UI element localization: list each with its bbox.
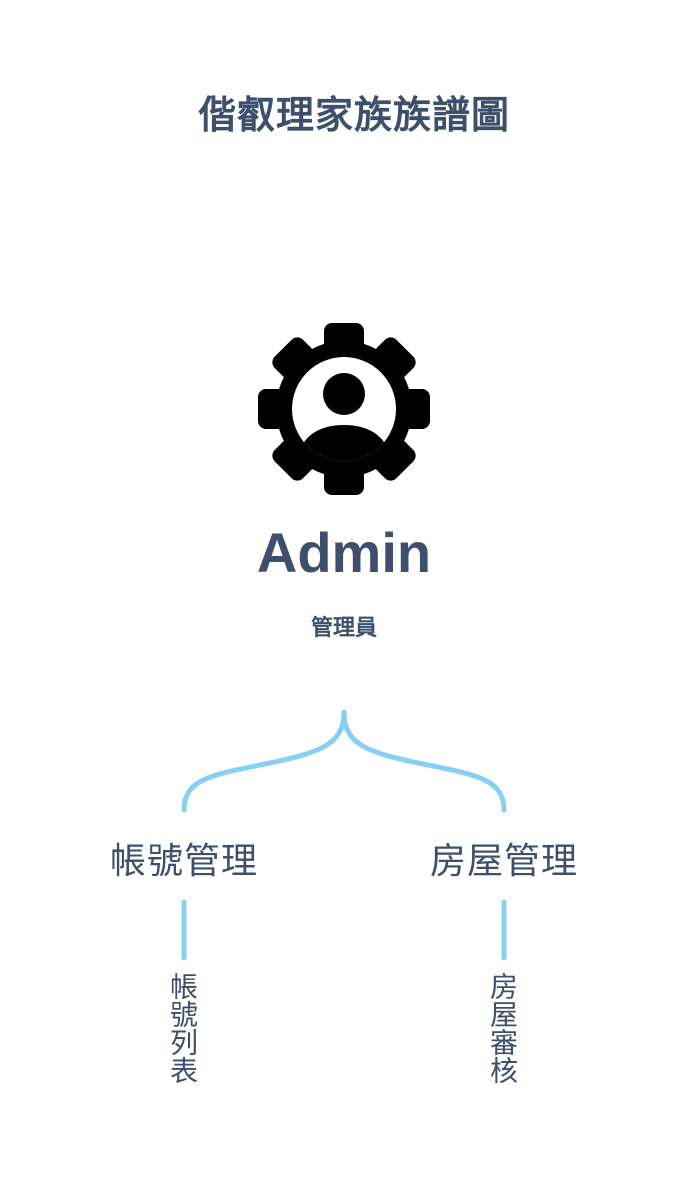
connector-root-to-branches <box>181 709 507 813</box>
leaf-house-review: 房屋審核 <box>486 972 519 1084</box>
tree-connectors <box>181 709 507 961</box>
branch-house-management: 房屋管理 <box>429 841 578 882</box>
leaf-account-list: 帳號列表 <box>166 972 199 1084</box>
branch-account-management: 帳號管理 <box>109 841 258 882</box>
